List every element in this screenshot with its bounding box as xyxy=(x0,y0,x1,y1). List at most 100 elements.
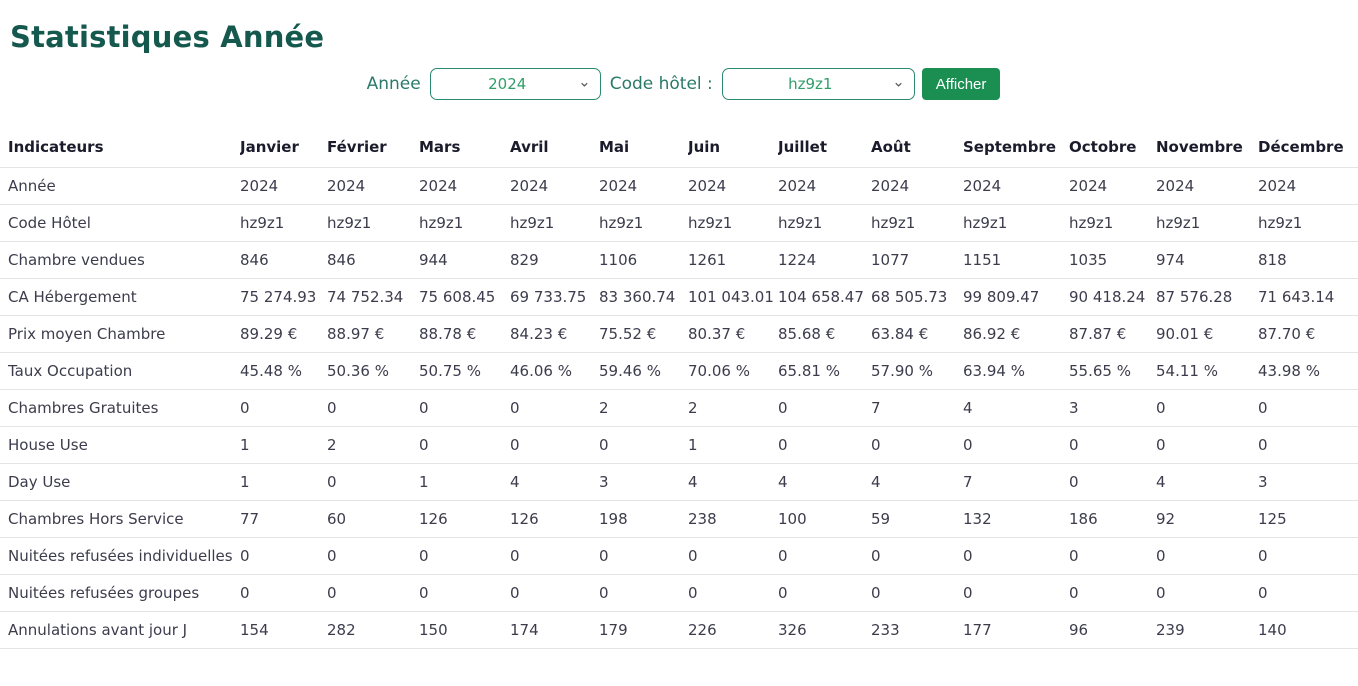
cell-value: 177 xyxy=(963,612,1069,649)
cell-value: 50.75 % xyxy=(419,353,510,390)
cell-value: 2024 xyxy=(419,168,510,205)
afficher-button[interactable]: Afficher xyxy=(922,68,1001,100)
cell-value: 77 xyxy=(240,501,327,538)
cell-value: 63.94 % xyxy=(963,353,1069,390)
row-label: Chambre vendues xyxy=(0,242,240,279)
cell-value: hz9z1 xyxy=(1258,205,1358,242)
cell-value: 88.97 € xyxy=(327,316,419,353)
filter-bar: Année 2024 ⌄ Code hôtel : hz9z1 ⌄ Affich… xyxy=(0,67,1358,101)
cell-value: 2024 xyxy=(327,168,419,205)
cell-value: 0 xyxy=(1069,575,1156,612)
cell-value: 96 xyxy=(1069,612,1156,649)
cell-value: 0 xyxy=(963,427,1069,464)
cell-value: 238 xyxy=(688,501,778,538)
cell-value: 1224 xyxy=(778,242,871,279)
table-row: Code Hôtelhz9z1hz9z1hz9z1hz9z1hz9z1hz9z1… xyxy=(0,205,1358,242)
row-label: Code Hôtel xyxy=(0,205,240,242)
cell-value: 0 xyxy=(419,390,510,427)
cell-value: 59.46 % xyxy=(599,353,688,390)
row-label: Day Use xyxy=(0,464,240,501)
cell-value: 0 xyxy=(327,538,419,575)
cell-value: 87.87 € xyxy=(1069,316,1156,353)
cell-value: 1106 xyxy=(599,242,688,279)
cell-value: 2024 xyxy=(510,168,599,205)
cell-value: hz9z1 xyxy=(1156,205,1258,242)
cell-value: 126 xyxy=(419,501,510,538)
cell-value: 2024 xyxy=(1069,168,1156,205)
table-row: Année20242024202420242024202420242024202… xyxy=(0,168,1358,205)
cell-value: 83 360.74 xyxy=(599,279,688,316)
cell-value: 0 xyxy=(1258,390,1358,427)
cell-value: 54.11 % xyxy=(1156,353,1258,390)
cell-value: 71 643.14 xyxy=(1258,279,1358,316)
cell-value: hz9z1 xyxy=(1069,205,1156,242)
cell-value: 0 xyxy=(510,390,599,427)
year-select[interactable]: 2024 xyxy=(430,68,601,100)
cell-value: hz9z1 xyxy=(778,205,871,242)
page-title: Statistiques Année xyxy=(10,20,1358,54)
cell-value: 0 xyxy=(240,538,327,575)
cell-value: 0 xyxy=(327,575,419,612)
cell-value: 0 xyxy=(1069,427,1156,464)
cell-value: 1077 xyxy=(871,242,963,279)
cell-value: 2024 xyxy=(1258,168,1358,205)
cell-value: 74 752.34 xyxy=(327,279,419,316)
cell-value: 4 xyxy=(963,390,1069,427)
cell-value: 4 xyxy=(688,464,778,501)
year-label: Année xyxy=(367,74,421,94)
cell-value: 45.48 % xyxy=(240,353,327,390)
column-header: Mai xyxy=(599,128,688,168)
year-select-wrap: 2024 ⌄ xyxy=(430,68,601,100)
table-row: Chambre vendues8468469448291106126112241… xyxy=(0,242,1358,279)
cell-value: hz9z1 xyxy=(871,205,963,242)
cell-value: 0 xyxy=(510,575,599,612)
cell-value: 4 xyxy=(778,464,871,501)
table-row: Annulations avant jour J1542821501741792… xyxy=(0,612,1358,649)
cell-value: 233 xyxy=(871,612,963,649)
column-header: Janvier xyxy=(240,128,327,168)
cell-value: 1035 xyxy=(1069,242,1156,279)
cell-value: 326 xyxy=(778,612,871,649)
row-label: Prix moyen Chambre xyxy=(0,316,240,353)
table-row: House Use120001000000 xyxy=(0,427,1358,464)
cell-value: 0 xyxy=(1156,427,1258,464)
cell-value: 99 809.47 xyxy=(963,279,1069,316)
cell-value: 2024 xyxy=(240,168,327,205)
cell-value: hz9z1 xyxy=(327,205,419,242)
hotel-code-select[interactable]: hz9z1 xyxy=(722,68,915,100)
column-header: Juin xyxy=(688,128,778,168)
cell-value: 75 274.93 xyxy=(240,279,327,316)
cell-value: 104 658.47 xyxy=(778,279,871,316)
cell-value: 0 xyxy=(599,538,688,575)
cell-value: 85.68 € xyxy=(778,316,871,353)
cell-value: 100 xyxy=(778,501,871,538)
cell-value: 4 xyxy=(1156,464,1258,501)
cell-value: 69 733.75 xyxy=(510,279,599,316)
column-header: Octobre xyxy=(1069,128,1156,168)
cell-value: 63.84 € xyxy=(871,316,963,353)
column-header: Novembre xyxy=(1156,128,1258,168)
column-header: Septembre xyxy=(963,128,1069,168)
cell-value: 92 xyxy=(1156,501,1258,538)
column-header: Août xyxy=(871,128,963,168)
cell-value: 1261 xyxy=(688,242,778,279)
cell-value: 0 xyxy=(871,575,963,612)
cell-value: 80.37 € xyxy=(688,316,778,353)
cell-value: 0 xyxy=(688,538,778,575)
row-label: Chambres Gratuites xyxy=(0,390,240,427)
cell-value: 846 xyxy=(240,242,327,279)
cell-value: 126 xyxy=(510,501,599,538)
table-row: Nuitées refusées individuelles0000000000… xyxy=(0,538,1358,575)
row-label: Nuitées refusées individuelles xyxy=(0,538,240,575)
cell-value: 68 505.73 xyxy=(871,279,963,316)
cell-value: 2 xyxy=(327,427,419,464)
cell-value: 944 xyxy=(419,242,510,279)
cell-value: 55.65 % xyxy=(1069,353,1156,390)
cell-value: 50.36 % xyxy=(327,353,419,390)
cell-value: 3 xyxy=(1069,390,1156,427)
cell-value: 89.29 € xyxy=(240,316,327,353)
cell-value: hz9z1 xyxy=(419,205,510,242)
cell-value: 65.81 % xyxy=(778,353,871,390)
cell-value: hz9z1 xyxy=(240,205,327,242)
column-header: Juillet xyxy=(778,128,871,168)
